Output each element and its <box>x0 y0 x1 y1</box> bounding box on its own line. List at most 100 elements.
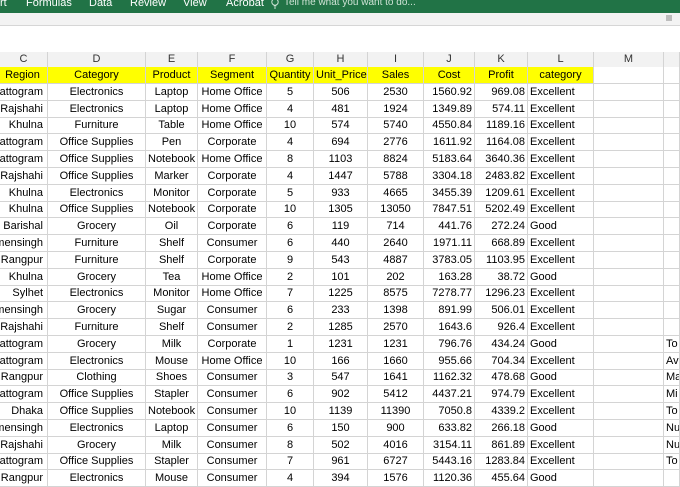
tab-insert-partial[interactable]: rt <box>0 0 7 9</box>
cell-unit-price[interactable]: 902 <box>314 386 368 404</box>
cell-profit[interactable]: 5202.49 <box>475 201 528 219</box>
cell-rating[interactable]: Good <box>528 335 594 353</box>
column-header-k[interactable]: K <box>475 52 528 67</box>
cell-profit[interactable]: 38.72 <box>475 268 528 286</box>
cell-unit-price[interactable]: 166 <box>314 352 368 370</box>
cell-unit-price[interactable]: 1103 <box>314 151 368 168</box>
column-header-f[interactable]: F <box>198 52 267 67</box>
cell-sales[interactable]: 1231 <box>368 335 424 353</box>
header-cell-quantity[interactable]: Quantity <box>267 67 314 84</box>
cell-cost[interactable]: 1611.92 <box>424 134 475 152</box>
ribbon-collapse-icon[interactable] <box>666 15 672 21</box>
cell-cost[interactable]: 5443.16 <box>424 453 475 471</box>
cell-region[interactable]: Mymensingh <box>0 419 48 437</box>
cell-col-n[interactable] <box>664 302 680 320</box>
cell-quantity[interactable]: 6 <box>267 235 314 252</box>
cell-unit-price[interactable]: 506 <box>314 83 368 101</box>
cell-unit-price[interactable]: 502 <box>314 436 368 454</box>
cell-profit[interactable]: 478.68 <box>475 369 528 387</box>
cell-quantity[interactable]: 6 <box>267 419 314 437</box>
cell-col-m[interactable] <box>594 302 664 320</box>
header-cell-unit-price[interactable]: Unit_Price <box>314 67 368 84</box>
cell-product[interactable]: Shelf <box>146 251 198 269</box>
cell-cost[interactable]: 1120.36 <box>424 470 475 487</box>
cell-sales[interactable]: 4665 <box>368 184 424 202</box>
cell-sales[interactable]: 900 <box>368 419 424 437</box>
cell-profit[interactable]: 506.01 <box>475 302 528 320</box>
cell-sales[interactable]: 2570 <box>368 319 424 336</box>
tab-data[interactable]: Data <box>89 0 112 9</box>
cell-sales[interactable]: 5740 <box>368 117 424 135</box>
cell-profit[interactable]: 574.11 <box>475 100 528 118</box>
cell-product[interactable]: Mouse <box>146 470 198 487</box>
cell-sales[interactable]: 8575 <box>368 285 424 303</box>
cell-unit-price[interactable]: 1231 <box>314 335 368 353</box>
cell-category[interactable]: Electronics <box>48 100 146 118</box>
cell-profit[interactable]: 1164.08 <box>475 134 528 152</box>
cell-product[interactable]: Marker <box>146 167 198 185</box>
cell-segment[interactable]: Consumer <box>198 453 267 471</box>
cell-cost[interactable]: 1162.32 <box>424 369 475 387</box>
cell-cost[interactable]: 955.66 <box>424 352 475 370</box>
cell-cost[interactable]: 7847.51 <box>424 201 475 219</box>
cell-quantity[interactable]: 3 <box>267 369 314 387</box>
cell-rating[interactable]: Excellent <box>528 167 594 185</box>
cell-col-m[interactable] <box>594 436 664 454</box>
cell-profit[interactable]: 3640.36 <box>475 151 528 168</box>
cell-quantity[interactable]: 4 <box>267 100 314 118</box>
cell-segment[interactable]: Consumer <box>198 369 267 387</box>
cell-quantity[interactable]: 4 <box>267 134 314 152</box>
cell-product[interactable]: Table <box>146 117 198 135</box>
cell-category[interactable]: Electronics <box>48 352 146 370</box>
cell-category[interactable]: Office Supplies <box>48 134 146 152</box>
cell-profit[interactable]: 455.64 <box>475 470 528 487</box>
cell-rating[interactable]: Excellent <box>528 83 594 101</box>
cell-rating[interactable]: Excellent <box>528 117 594 135</box>
header-cell-profit[interactable]: Profit <box>475 67 528 84</box>
cell-unit-price[interactable]: 1447 <box>314 167 368 185</box>
cell-segment[interactable]: Home Office <box>198 100 267 118</box>
cell-product[interactable]: Monitor <box>146 285 198 303</box>
cell-rating[interactable]: Good <box>528 369 594 387</box>
cell-sales[interactable]: 2530 <box>368 83 424 101</box>
cell-category[interactable]: Electronics <box>48 419 146 437</box>
cell-col-m[interactable] <box>594 268 664 286</box>
cell-profit[interactable]: 272.24 <box>475 218 528 236</box>
cell-col-m[interactable] <box>594 419 664 437</box>
cell-col-m[interactable] <box>594 386 664 404</box>
cell-segment[interactable]: Consumer <box>198 419 267 437</box>
cell-quantity[interactable]: 5 <box>267 184 314 202</box>
cell-sales[interactable]: 4887 <box>368 251 424 269</box>
tab-formulas[interactable]: Formulas <box>26 0 72 9</box>
cell-cost[interactable]: 1971.11 <box>424 235 475 252</box>
cell-segment[interactable]: Corporate <box>198 335 267 353</box>
cell-quantity[interactable]: 8 <box>267 151 314 168</box>
header-cell-product[interactable]: Product <box>146 67 198 84</box>
column-header-next[interactable] <box>664 52 680 67</box>
cell-product[interactable]: Laptop <box>146 100 198 118</box>
cell-cost[interactable]: 1349.89 <box>424 100 475 118</box>
cell-sales[interactable]: 4016 <box>368 436 424 454</box>
cell-segment[interactable]: Home Office <box>198 151 267 168</box>
cell-cost[interactable]: 4437.21 <box>424 386 475 404</box>
cell-col-m[interactable] <box>594 285 664 303</box>
cell-rating[interactable]: Good <box>528 218 594 236</box>
cell-rating[interactable]: Excellent <box>528 235 594 252</box>
cell-sales[interactable]: 2640 <box>368 235 424 252</box>
header-cell-cost[interactable]: Cost <box>424 67 475 84</box>
cell-category[interactable]: Grocery <box>48 268 146 286</box>
cell-col-n[interactable]: To <box>664 403 680 420</box>
cell-sales[interactable]: 1641 <box>368 369 424 387</box>
cell-col-m[interactable] <box>594 83 664 101</box>
cell-cost[interactable]: 796.76 <box>424 335 475 353</box>
cell-col-n[interactable]: Mi <box>664 386 680 404</box>
cell-region[interactable]: Dhaka <box>0 403 48 420</box>
cell-col-n[interactable] <box>664 151 680 168</box>
cell-rating[interactable]: Excellent <box>528 453 594 471</box>
column-header-j[interactable]: J <box>424 52 475 67</box>
cell-segment[interactable]: Corporate <box>198 134 267 152</box>
cell-product[interactable]: Stapler <box>146 453 198 471</box>
cell-col-n[interactable] <box>664 83 680 101</box>
cell-category[interactable]: Grocery <box>48 302 146 320</box>
cell-product[interactable]: Shoes <box>146 369 198 387</box>
